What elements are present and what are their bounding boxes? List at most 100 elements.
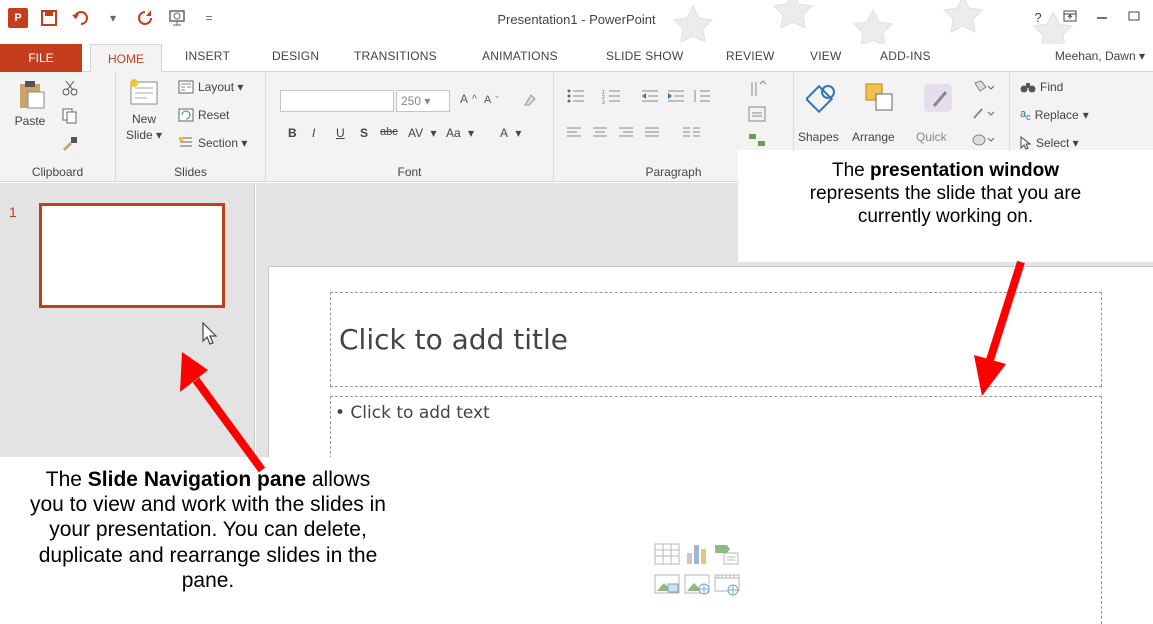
insert-chart-icon[interactable] <box>684 543 710 565</box>
arrange-label[interactable]: Arrange <box>852 130 895 144</box>
replace-dropdown-icon: ▾ <box>1082 108 1089 123</box>
content-placeholder-text: • Click to add text <box>335 403 490 423</box>
select-cursor-icon <box>1020 136 1032 150</box>
slide-number: 1 <box>9 204 17 220</box>
underline-button[interactable]: U <box>336 126 345 140</box>
window-controls: ? <box>1029 10 1143 25</box>
tab-home[interactable]: HOME <box>90 44 162 73</box>
align-text-icon[interactable] <box>748 106 766 122</box>
increase-indent-icon[interactable] <box>666 88 686 104</box>
insert-video-icon[interactable] <box>714 574 740 596</box>
align-right-icon[interactable] <box>618 126 634 140</box>
tab-transitions[interactable]: TRANSITIONS <box>354 49 437 63</box>
justify-icon[interactable] <box>644 126 660 140</box>
mouse-pointer-icon <box>202 322 218 345</box>
tab-animations[interactable]: ANIMATIONS <box>482 49 558 63</box>
align-center-icon[interactable] <box>592 126 608 140</box>
paste-button[interactable]: Paste <box>14 78 46 128</box>
callout-right-line3: currently working on. <box>857 205 1034 227</box>
ribbon-display-icon[interactable] <box>1061 10 1079 25</box>
slide-thumbnail[interactable] <box>39 203 225 308</box>
insert-online-picture-icon[interactable] <box>684 574 710 596</box>
title-placeholder[interactable]: Click to add title <box>330 292 1102 387</box>
select-button[interactable]: Select ▾ <box>1020 136 1079 150</box>
svg-text:3: 3 <box>602 100 605 104</box>
title-placeholder-text: Click to add title <box>339 323 568 356</box>
replace-button[interactable]: ac Replace ▾ <box>1020 108 1089 122</box>
presentation-window-callout: The presentation window represents the s… <box>738 150 1153 262</box>
window-title: Presentation1 - PowerPoint <box>497 12 656 27</box>
quick-styles-label[interactable]: Quick <box>916 130 947 144</box>
grow-font-button[interactable]: A ^ <box>460 92 477 106</box>
insert-picture-icon[interactable] <box>654 574 680 596</box>
quick-styles-icon[interactable] <box>922 82 954 114</box>
align-left-icon[interactable] <box>566 126 582 140</box>
new-slide-button[interactable]: New Slide ▾ <box>126 78 162 142</box>
clear-formatting-icon[interactable] <box>522 92 538 108</box>
title-bar: P ▾ = Presentation1 - PowerPoint ? <box>0 0 1153 44</box>
account-name[interactable]: Meehan, Dawn ▾ <box>1055 49 1145 63</box>
maximize-icon[interactable] <box>1125 10 1143 25</box>
insert-table-icon[interactable] <box>654 543 680 565</box>
bullets-icon[interactable] <box>566 88 586 104</box>
paste-icon <box>20 81 45 109</box>
tab-insert[interactable]: INSERT <box>185 49 230 63</box>
find-button[interactable]: Find <box>1020 80 1063 94</box>
change-case-button[interactable]: Aa ▾ <box>446 126 474 140</box>
cut-icon[interactable] <box>62 80 78 96</box>
text-shadow-button[interactable]: S <box>360 126 368 140</box>
layout-icon <box>178 80 194 94</box>
callout-left-line3: your presentation. You can delete, <box>49 518 367 542</box>
shapes-icon[interactable] <box>806 82 838 114</box>
smartart-icon[interactable] <box>748 132 766 148</box>
clipboard-group: Paste Clipboard <box>0 72 116 182</box>
tab-slide-show[interactable]: SLIDE SHOW <box>606 49 683 63</box>
tab-add-ins[interactable]: ADD-INS <box>880 49 931 63</box>
ribbon-tabs: FILE HOME INSERT DESIGN TRANSITIONS ANIM… <box>0 44 1153 73</box>
columns-icon[interactable] <box>682 126 702 140</box>
tab-file[interactable]: FILE <box>0 44 82 72</box>
callout-right-line1: The presentation window <box>832 160 1059 181</box>
help-icon[interactable]: ? <box>1029 10 1047 25</box>
shape-outline-icon[interactable] <box>972 106 994 120</box>
italic-button[interactable]: I <box>312 126 315 140</box>
clipboard-group-label: Clipboard <box>31 165 84 179</box>
shape-effects-icon[interactable] <box>972 132 994 146</box>
arrange-icon[interactable] <box>864 82 896 114</box>
copy-icon[interactable] <box>62 108 78 124</box>
slides-group-label: Slides <box>174 165 207 179</box>
text-direction-icon[interactable] <box>748 80 766 98</box>
section-icon <box>179 137 192 147</box>
section-button[interactable]: Section ▾ <box>178 136 247 150</box>
slides-group: New Slide ▾ Layout ▾ Reset Section ▾ Sli… <box>116 72 266 182</box>
font-color-button[interactable]: A ▾ <box>500 126 521 140</box>
minimize-icon[interactable] <box>1093 10 1111 25</box>
font-group: 250 ▾ A ^ Aˇ B I U S abc AV ▾ Aa ▾ A ▾ Fo… <box>266 72 554 182</box>
font-group-label: Font <box>397 165 422 179</box>
shape-fill-icon[interactable] <box>972 80 994 94</box>
numbering-icon[interactable]: 123 <box>602 88 622 104</box>
callout-right-line2: represents the slide that you are <box>809 182 1082 204</box>
reset-button[interactable]: Reset <box>178 108 229 122</box>
strikethrough-button[interactable]: abc <box>380 126 398 138</box>
font-size-box[interactable]: 250 ▾ <box>396 90 450 112</box>
shapes-label[interactable]: Shapes <box>798 130 839 144</box>
shrink-font-button[interactable]: Aˇ <box>484 94 498 106</box>
callout-left-line2: you to view and work with the slides in <box>29 493 386 517</box>
tab-view[interactable]: VIEW <box>810 49 841 63</box>
callout-left-line4: duplicate and rearrange slides in the <box>38 543 378 567</box>
layout-button[interactable]: Layout ▾ <box>178 80 243 94</box>
bold-button[interactable]: B <box>288 126 297 140</box>
binoculars-icon <box>1020 83 1036 93</box>
callout-left-line5: pane. <box>181 568 235 592</box>
insert-smartart-icon[interactable] <box>714 543 740 565</box>
decrease-indent-icon[interactable] <box>640 88 660 104</box>
new-slide-icon <box>130 79 158 105</box>
tab-review[interactable]: REVIEW <box>726 49 775 63</box>
line-spacing-icon[interactable] <box>692 88 712 104</box>
tab-design[interactable]: DESIGN <box>272 49 319 63</box>
replace-icon: ac <box>1020 108 1031 123</box>
character-spacing-button[interactable]: AV ▾ <box>408 126 436 140</box>
format-painter-icon[interactable] <box>62 136 78 152</box>
font-name-box[interactable] <box>280 90 394 112</box>
